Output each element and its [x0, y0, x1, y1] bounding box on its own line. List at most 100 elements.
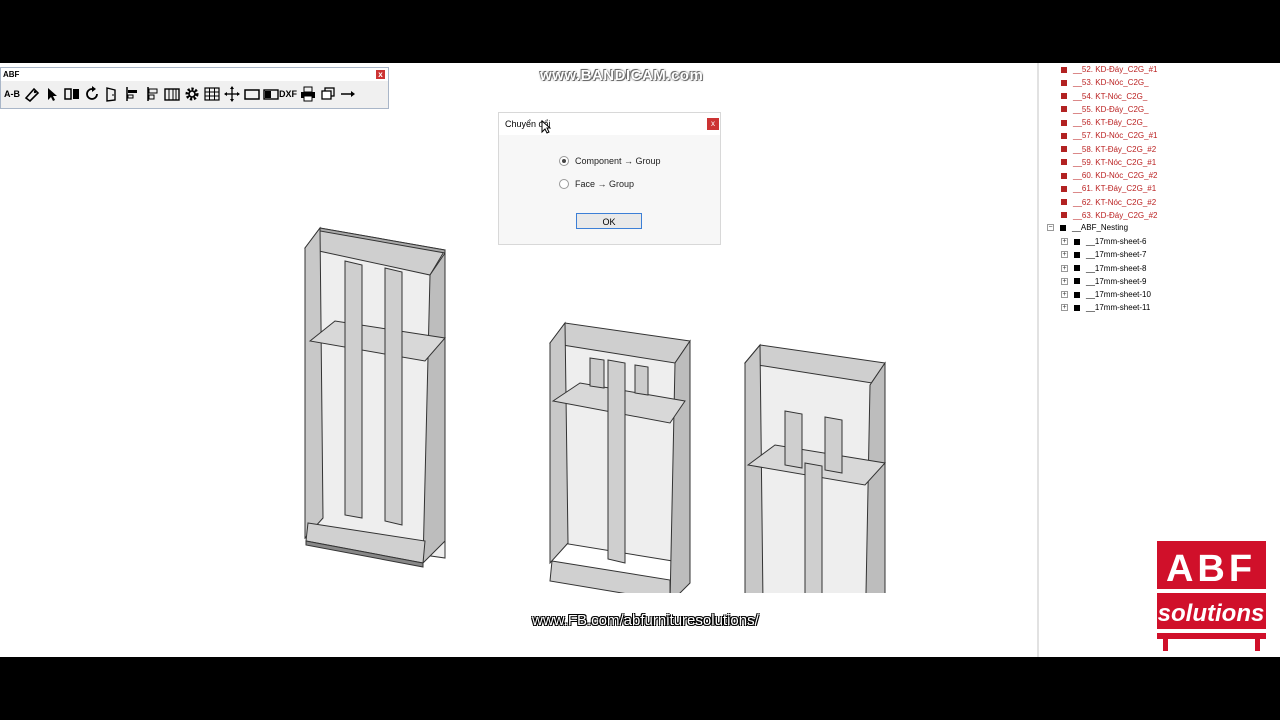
abf-toolbar-buttons: A-B DXF [1, 81, 388, 107]
option-label: Face → Group [575, 179, 635, 189]
tree-item-component[interactable]: __57. KD-Nóc_C2G_#1 [1061, 129, 1158, 142]
select-arrow-icon[interactable] [43, 85, 61, 103]
color-square-icon [1074, 238, 1080, 245]
wardrobe-left [304, 226, 446, 568]
expand-icon[interactable]: + [1061, 264, 1068, 272]
ab-label: A-B [4, 89, 20, 99]
arrow-right-icon[interactable] [339, 85, 357, 103]
tree-item-component[interactable]: __55. KD-Đáy_C2G_ [1061, 103, 1149, 116]
color-square-icon [1061, 106, 1067, 113]
svg-text:ABF: ABF [1166, 548, 1256, 590]
tree-item-component[interactable]: __56. KT-Đáy_C2G_ [1061, 116, 1147, 129]
color-square-icon [1061, 172, 1067, 179]
print-icon[interactable] [299, 85, 317, 103]
expand-icon[interactable]: + [1061, 304, 1068, 312]
collapse-icon[interactable]: − [1047, 224, 1054, 231]
ab-tag-icon[interactable]: A-B [3, 85, 21, 103]
expand-icon[interactable]: + [1061, 277, 1068, 285]
tree-item-label: __58. KT-Đáy_C2G_#2 [1073, 144, 1157, 154]
radio-checked-icon[interactable] [559, 156, 569, 166]
ok-button[interactable]: OK [576, 213, 642, 229]
align-center-icon[interactable] [143, 85, 161, 103]
tree-item-component[interactable]: __62. KT-Nóc_C2G_#2 [1061, 196, 1156, 209]
dialog-titlebar[interactable]: Chuyển đổi x [499, 113, 720, 135]
wardrobe-right [744, 343, 886, 593]
door-icon[interactable] [103, 85, 121, 103]
radio-unchecked-icon[interactable] [559, 179, 569, 189]
color-square-icon [1061, 146, 1067, 152]
gear-icon[interactable] [183, 85, 201, 103]
expand-icon[interactable]: + [1061, 238, 1068, 245]
rotate-icon[interactable] [83, 85, 101, 103]
close-icon[interactable]: x [376, 70, 385, 79]
tree-item-component[interactable]: __58. KT-Đáy_C2G_#2 [1061, 143, 1156, 156]
tree-item-component[interactable]: __52. KD-Đáy_C2G_#1 [1061, 63, 1158, 76]
expand-icon[interactable]: + [1061, 251, 1068, 259]
grid-icon[interactable] [203, 85, 221, 103]
tree-item-label: __60. KD-Nóc_C2G_#2 [1073, 171, 1158, 180]
dxf-export-icon[interactable]: DXF [263, 85, 297, 103]
color-square-icon [1061, 212, 1067, 219]
color-square-icon [1074, 278, 1080, 285]
layers-icon[interactable] [319, 85, 337, 103]
tree-item-label: __17mm-sheet-11 [1086, 303, 1151, 313]
color-square-icon [1061, 185, 1067, 192]
flip-icon[interactable] [63, 85, 81, 103]
color-square-icon [1061, 66, 1067, 73]
tree-item-sheet[interactable]: + __17mm-sheet-11 [1061, 301, 1150, 314]
tree-group-abf-nesting[interactable]: − __ABF_Nesting [1047, 221, 1128, 234]
wardrobe-models[interactable] [290, 223, 900, 593]
tree-item-sheet[interactable]: + __17mm-sheet-9 [1061, 275, 1146, 288]
tree-item-label: __17mm-sheet-6 [1086, 237, 1147, 246]
tree-item-label: __61. KT-Đáy_C2G_#1 [1073, 184, 1157, 194]
option-face-to-group[interactable]: Face → Group [559, 179, 634, 189]
tree-item-component[interactable]: __59. KT-Nóc_C2G_#1 [1061, 156, 1156, 169]
tree-item-label: __55. KD-Đáy_C2G_ [1073, 104, 1149, 114]
move-icon[interactable] [223, 85, 241, 103]
tree-item-label: __17mm-sheet-8 [1086, 263, 1147, 273]
tree-item-label: __57. KD-Nóc_C2G_#1 [1073, 131, 1158, 141]
tree-item-component[interactable]: __54. KT-Nóc_C2G_ [1061, 90, 1147, 103]
convert-dialog: Chuyển đổi x Component → Group Face → Gr… [498, 112, 721, 245]
option-component-to-group[interactable]: Component → Group [559, 156, 661, 166]
color-square-icon [1074, 251, 1080, 258]
pencil-tag-icon[interactable] [23, 85, 41, 103]
option-label: Component → Group [575, 156, 661, 166]
abf-toolbar-titlebar[interactable]: ABF x [1, 68, 388, 81]
tree-item-sheet[interactable]: + __17mm-sheet-10 [1061, 288, 1151, 301]
abf-toolbar-window: ABF x A-B DXF [0, 67, 389, 109]
bandicam-watermark: www.BANDICAM.com [540, 67, 704, 84]
tree-item-label: __62. KT-Nóc_C2G_#2 [1073, 197, 1157, 207]
tree-item-label: __53. KD-Nóc_C2G_ [1073, 78, 1149, 88]
align-left-icon[interactable] [123, 85, 141, 103]
close-icon[interactable]: x [707, 118, 719, 130]
color-square-icon [1074, 304, 1080, 311]
panel-icon[interactable] [163, 85, 181, 103]
rectangle-icon[interactable] [243, 85, 261, 103]
tree-item-component[interactable]: __63. KD-Đáy_C2G_#2 [1061, 209, 1158, 222]
tree-item-label: __17mm-sheet-7 [1086, 250, 1147, 260]
tree-item-sheet[interactable]: + __17mm-sheet-6 [1061, 235, 1146, 248]
abf-solutions-logo: ABF solutions [1157, 541, 1266, 651]
tree-item-label: __54. KT-Nóc_C2G_ [1073, 91, 1148, 101]
dxf-label: DXF [279, 89, 297, 99]
tree-item-component[interactable]: __53. KD-Nóc_C2G_ [1061, 76, 1149, 89]
wardrobe-middle [549, 321, 691, 593]
color-square-icon [1061, 79, 1067, 86]
mouse-cursor-icon [541, 120, 551, 134]
color-square-icon [1061, 199, 1067, 205]
tree-item-component[interactable]: __60. KD-Nóc_C2G_#2 [1061, 169, 1158, 182]
tree-item-component[interactable]: __61. KT-Đáy_C2G_#1 [1061, 182, 1156, 195]
color-square-icon [1074, 291, 1080, 298]
color-square-icon [1061, 159, 1067, 166]
tree-item-sheet[interactable]: + __17mm-sheet-8 [1061, 262, 1146, 275]
facebook-url-watermark: www.FB.com/abfurnituresolutions/ [532, 612, 759, 629]
tree-item-label: __52. KD-Đáy_C2G_#1 [1073, 65, 1158, 74]
tree-item-sheet[interactable]: + __17mm-sheet-7 [1061, 248, 1146, 261]
abf-toolbar-title: ABF [3, 70, 20, 79]
expand-icon[interactable]: + [1061, 291, 1068, 298]
color-square-icon [1061, 132, 1067, 139]
tree-item-label: __63. KD-Đáy_C2G_#2 [1073, 210, 1158, 220]
sketchup-viewport[interactable]: ABF x A-B DXF www.BANDICAM.com Chuyển đổ… [0, 63, 1280, 657]
color-square-icon [1060, 224, 1066, 231]
